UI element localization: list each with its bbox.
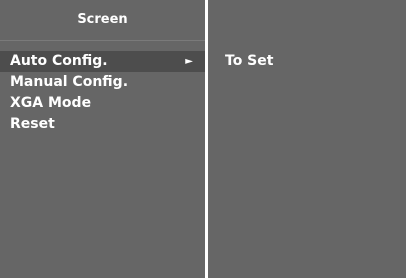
screen-menu-panel: Screen Auto Config. ► Manual Config. XGA… — [0, 0, 205, 278]
panel-title: Screen — [77, 12, 128, 27]
screen-menu-list: Auto Config. ► Manual Config. XGA Mode R… — [0, 51, 205, 135]
menu-item-label: Manual Config. — [10, 74, 129, 90]
to-set-option[interactable]: To Set — [225, 51, 273, 72]
menu-item-manual-config[interactable]: Manual Config. — [0, 72, 205, 93]
menu-item-label: Reset — [10, 116, 55, 132]
submenu-arrow-icon: ► — [185, 56, 193, 67]
menu-item-label: Auto Config. — [10, 53, 108, 69]
submenu-panel: To Set — [208, 0, 406, 278]
menu-item-reset[interactable]: Reset — [0, 114, 205, 135]
title-divider — [0, 40, 205, 41]
menu-item-xga-mode[interactable]: XGA Mode — [0, 93, 205, 114]
osd-screen-menu: Screen Auto Config. ► Manual Config. XGA… — [0, 0, 406, 280]
menu-item-auto-config[interactable]: Auto Config. ► — [0, 51, 205, 72]
menu-item-label: XGA Mode — [10, 95, 92, 111]
